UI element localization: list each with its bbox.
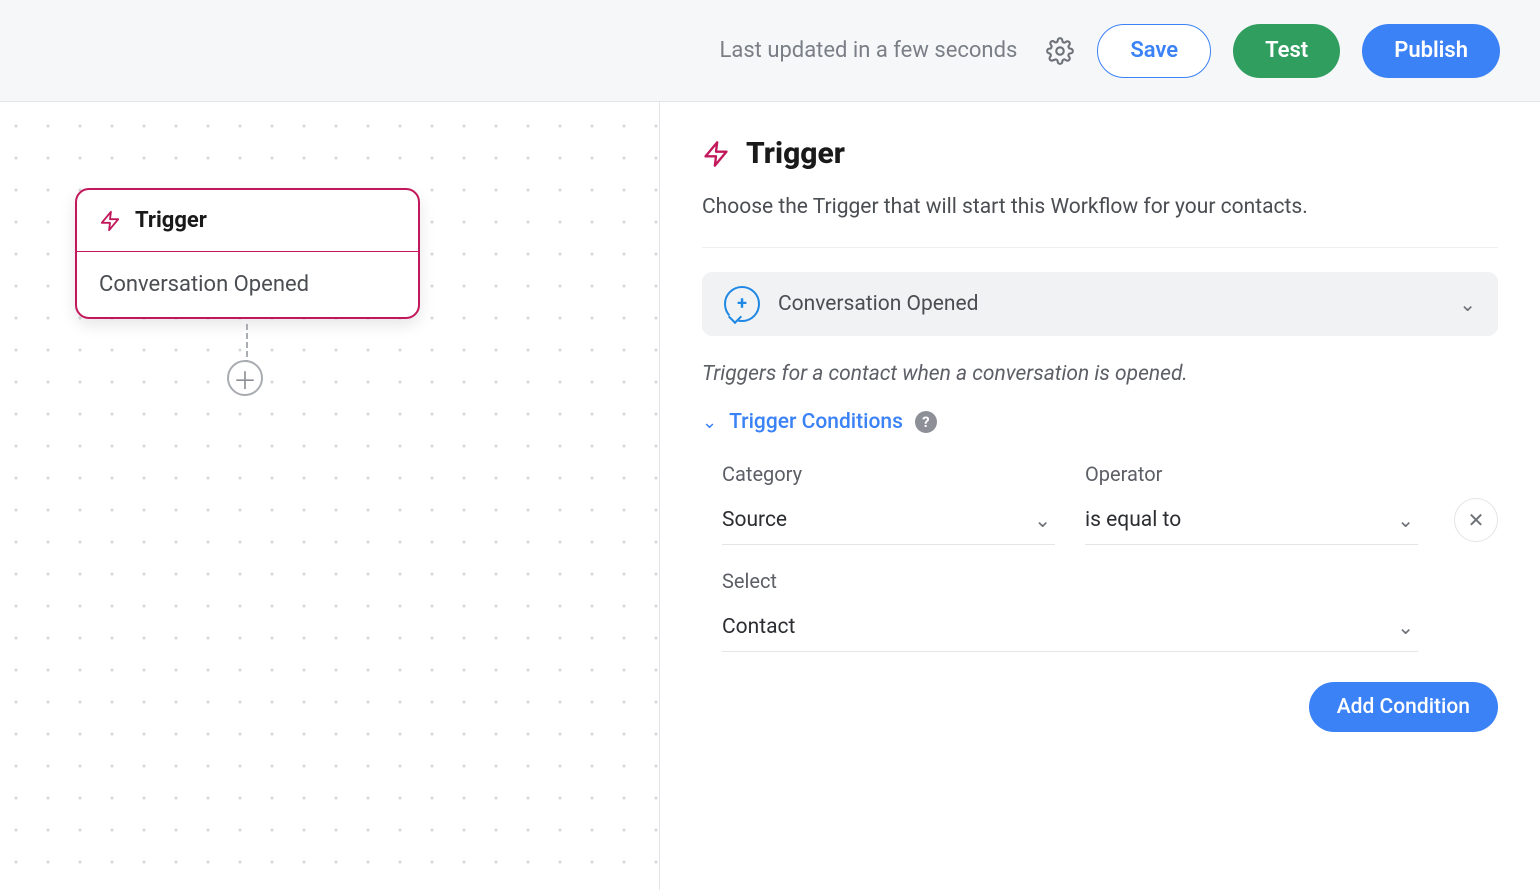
save-button[interactable]: Save [1097,24,1211,78]
select-label: Select [722,569,1418,593]
trigger-conditions-title: Trigger Conditions [729,410,903,434]
operator-label: Operator [1085,462,1418,486]
category-value: Source [722,508,787,532]
category-select[interactable]: Source ⌄ [722,500,1055,545]
operator-select[interactable]: is equal to ⌄ [1085,500,1418,545]
operator-value: is equal to [1085,508,1181,532]
chevron-down-icon: ⌄ [1397,508,1414,532]
plus-icon: ＋ [233,361,257,396]
remove-condition-button[interactable]: ✕ [1454,498,1498,542]
topbar: Last updated in a few seconds Save Test … [0,0,1540,102]
category-label: Category [722,462,1055,486]
settings-button[interactable] [1045,36,1075,66]
trigger-type-value: Conversation Opened [778,292,1441,316]
chevron-down-icon: ⌄ [1034,508,1051,532]
value-select[interactable]: Contact ⌄ [722,607,1418,652]
workflow-canvas[interactable]: Trigger Conversation Opened ＋ [0,102,660,890]
trigger-conditions-toggle[interactable]: ⌄ Trigger Conditions ? [702,410,1498,434]
last-updated-text: Last updated in a few seconds [720,38,1018,63]
condition-block: Category Source ⌄ Operator is equal to ⌄ [702,462,1498,652]
add-node-button[interactable]: ＋ [227,360,263,396]
publish-button[interactable]: Publish [1362,24,1500,78]
trigger-hint: Triggers for a contact when a conversati… [702,362,1498,386]
panel-title: Trigger [746,136,845,171]
test-button[interactable]: Test [1233,24,1340,78]
trigger-panel: Trigger Choose the Trigger that will sta… [660,102,1540,890]
bolt-icon [99,210,121,232]
conversation-icon: + [724,286,760,322]
gear-icon [1046,37,1074,65]
help-icon[interactable]: ? [915,411,937,433]
chevron-down-icon: ⌄ [702,412,717,433]
add-condition-button[interactable]: Add Condition [1309,682,1498,732]
chevron-down-icon: ⌄ [1459,292,1476,316]
close-icon: ✕ [1468,508,1485,532]
panel-description: Choose the Trigger that will start this … [702,195,1498,248]
bolt-icon [702,140,730,168]
select-value: Contact [722,615,795,639]
trigger-node-header: Trigger [77,190,418,252]
trigger-node[interactable]: Trigger Conversation Opened [75,188,420,319]
trigger-node-value: Conversation Opened [77,252,418,317]
trigger-type-select[interactable]: + Conversation Opened ⌄ [702,272,1498,336]
trigger-node-title: Trigger [135,208,207,233]
chevron-down-icon: ⌄ [1397,615,1414,639]
